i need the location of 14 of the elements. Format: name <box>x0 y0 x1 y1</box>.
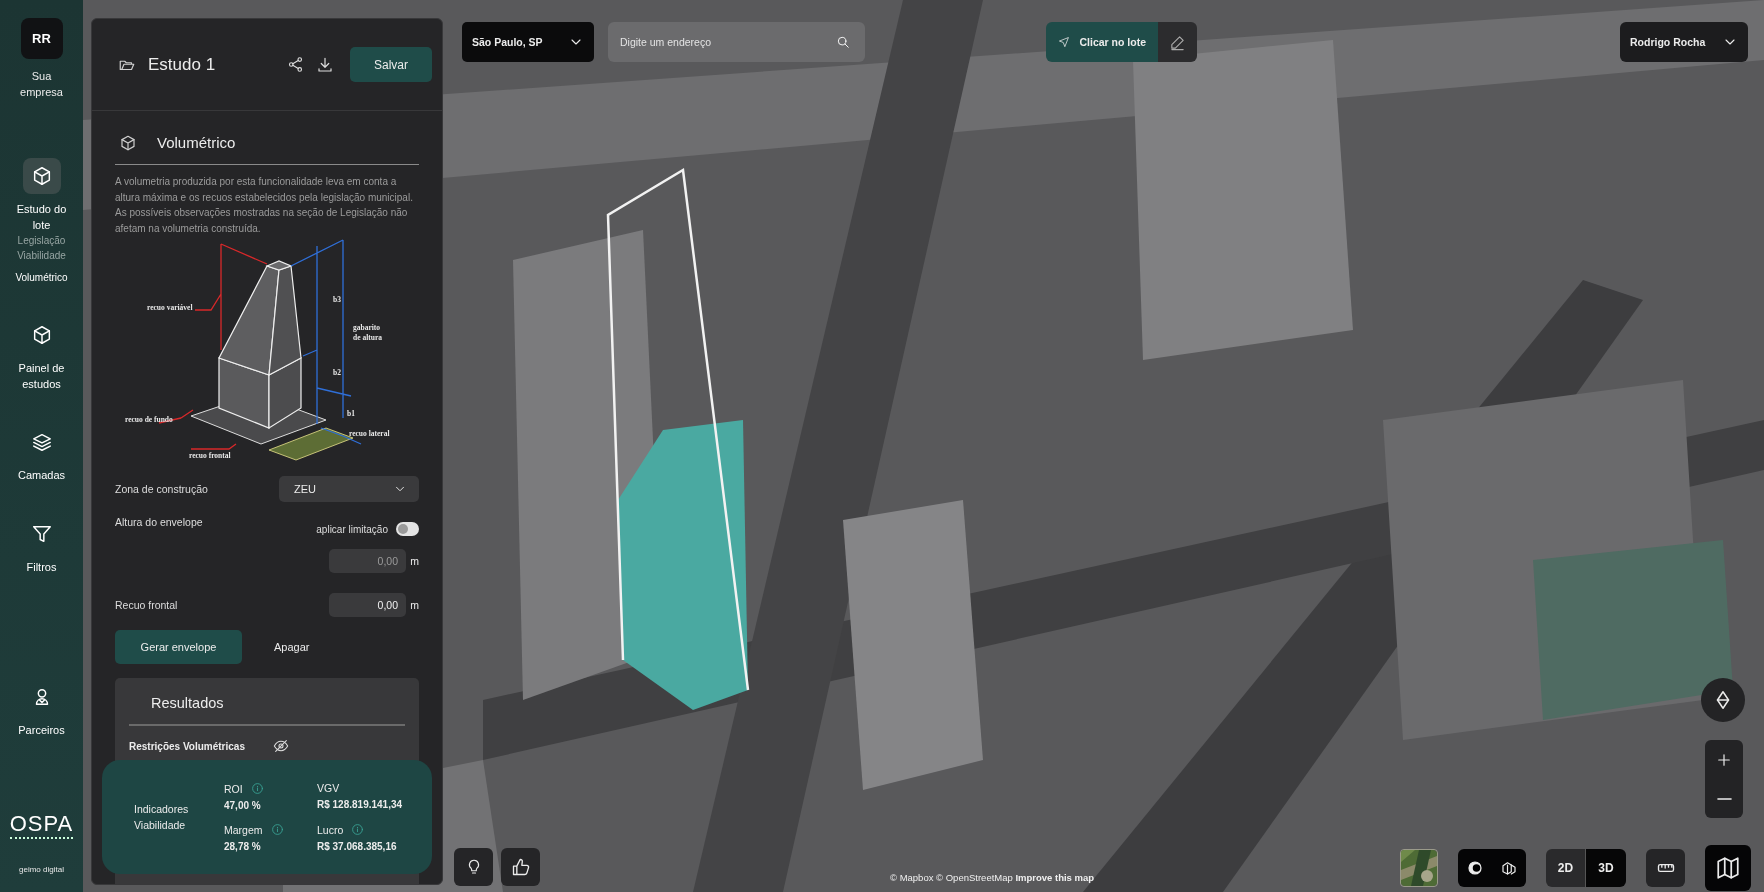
nav-icon-button[interactable] <box>22 158 61 194</box>
layers-icon <box>30 431 53 453</box>
nav-item[interactable]: Painel de estudos <box>6 361 77 392</box>
nav-item[interactable]: Estudo do lote <box>6 202 77 233</box>
nav-item[interactable]: Filtros <box>6 559 77 575</box>
logo: OSPA <box>9 813 74 839</box>
nav-subitem[interactable]: Legislação <box>17 233 66 248</box>
footer-text: geimo digital <box>19 865 64 874</box>
nav-item[interactable]: Parceiros <box>6 723 77 739</box>
nav-subitem[interactable]: Viabilidade <box>17 248 66 263</box>
company-name: Sua empresa <box>19 69 64 100</box>
nav-item[interactable]: Camadas <box>6 468 77 484</box>
nav-subitem[interactable]: Volumétrico <box>15 270 68 285</box>
avatar[interactable]: RR <box>20 18 63 59</box>
